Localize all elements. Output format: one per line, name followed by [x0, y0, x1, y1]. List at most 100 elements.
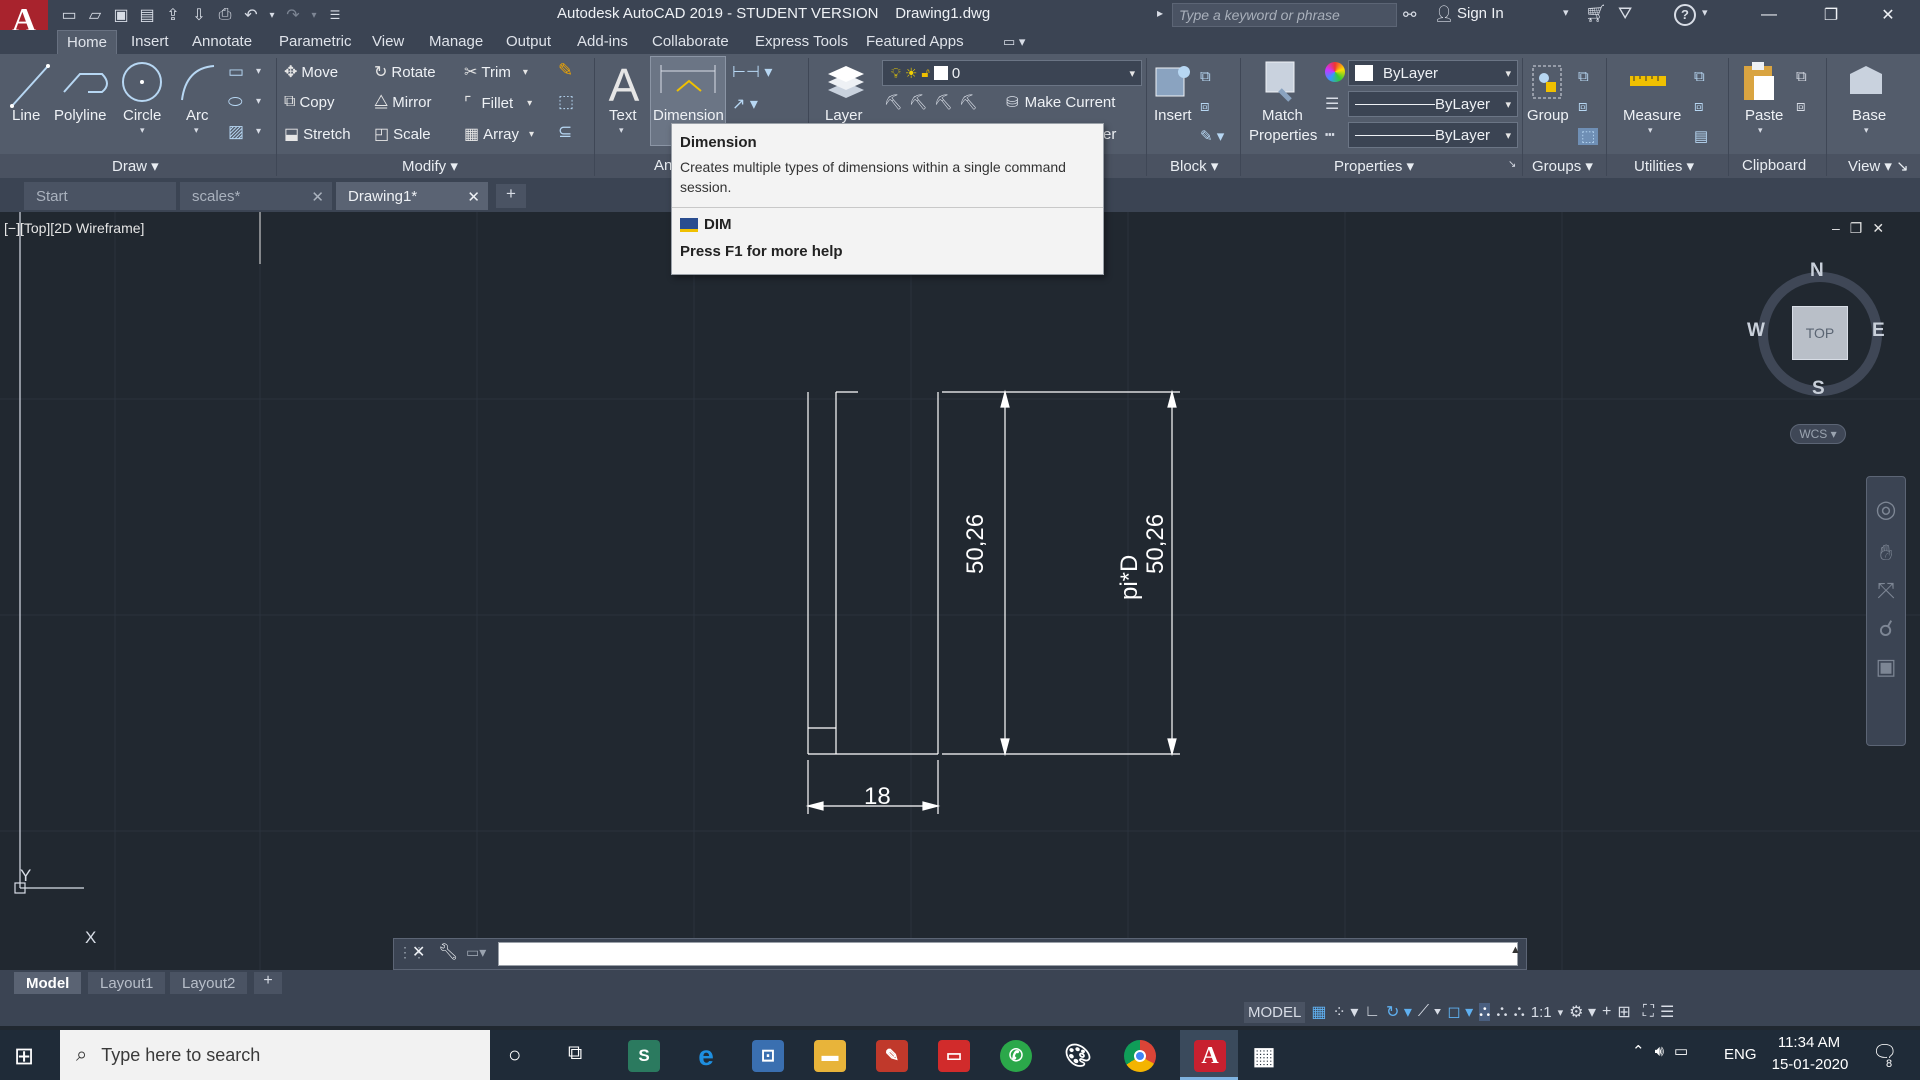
binoculars-icon[interactable]: ⚯	[1403, 5, 1416, 25]
sign-in-button[interactable]: Sign In	[1457, 5, 1504, 22]
taskbar-reader-icon[interactable]: ▭	[938, 1040, 970, 1072]
move-button[interactable]: ✥ Move	[284, 62, 338, 82]
taskbar-paint-icon[interactable]: 🎨︎	[1062, 1040, 1094, 1072]
plot-icon[interactable]: ⎙	[214, 4, 236, 26]
save-as-icon[interactable]: ▤	[136, 4, 158, 26]
clipboard-panel-label[interactable]: Clipboard	[1742, 157, 1806, 174]
group-button[interactable]	[1530, 60, 1566, 104]
taskbar-explorer-icon[interactable]: ▬	[814, 1040, 846, 1072]
tab-view[interactable]: View	[363, 30, 413, 54]
copy-button[interactable]: ⧉ Copy	[284, 93, 334, 111]
rectangle-icon[interactable]: ▭	[228, 62, 244, 82]
units-icon[interactable]: ⊞	[1617, 1002, 1630, 1022]
tab-collaborate[interactable]: Collaborate	[643, 30, 738, 54]
new-file-icon[interactable]: ▭	[58, 4, 80, 26]
text-dropdown-icon[interactable]: ▾	[619, 125, 624, 136]
layer-dropdown[interactable]: 💡︎ ☀ 🔓︎ 0 ▾	[882, 60, 1142, 86]
new-tab-button[interactable]: +	[496, 184, 526, 208]
workspace-gear-icon[interactable]: ⚙ ▾	[1569, 1002, 1596, 1022]
annotation-scale-icon[interactable]: ⛬	[1514, 1003, 1525, 1021]
minimize-button[interactable]: —	[1743, 0, 1795, 30]
linetype-dropdown[interactable]: ByLayer ▾	[1348, 122, 1518, 148]
taskbar-calculator-icon[interactable]: ▦	[1248, 1040, 1280, 1072]
steering-wheel-icon[interactable]: ◎	[1867, 495, 1905, 524]
taskbar-app-red-icon[interactable]: ✎	[876, 1040, 908, 1072]
rotate-button[interactable]: ↻ Rotate	[374, 62, 436, 82]
text-tool-button[interactable]: A	[604, 58, 644, 111]
a360-icon[interactable]: ⛛	[1618, 4, 1632, 24]
snap-toggle-icon[interactable]: ⁘ ▾	[1332, 1002, 1358, 1022]
save-web-icon[interactable]: ⇩	[188, 4, 210, 26]
polar-toggle-icon[interactable]: ↻ ▾	[1386, 1002, 1412, 1022]
undo-dropdown-icon[interactable]: ▾	[266, 4, 278, 26]
viewcube-top-face[interactable]: TOP	[1792, 306, 1848, 360]
ellipse-dropdown-icon[interactable]: ▾	[256, 96, 261, 107]
circle-dropdown-icon[interactable]: ▾	[140, 125, 145, 136]
utility-tools-icons[interactable]: ⧉ ⧈ ▤	[1694, 62, 1708, 152]
language-indicator[interactable]: ENG	[1724, 1046, 1757, 1063]
erase-icon[interactable]: ✎	[558, 60, 573, 81]
properties-panel-label[interactable]: Properties ▾	[1334, 157, 1414, 175]
taskbar-autocad-icon[interactable]: A	[1194, 1040, 1226, 1072]
ortho-toggle-icon[interactable]: ∟	[1364, 1003, 1380, 1021]
tab-add-ins[interactable]: Add-ins	[568, 30, 637, 54]
tab-express-tools[interactable]: Express Tools	[746, 30, 857, 54]
user-icon[interactable]: 👤︎	[1434, 4, 1454, 24]
arc-dropdown-icon[interactable]: ▾	[194, 125, 199, 136]
cart-icon[interactable]: 🛒︎	[1585, 4, 1607, 24]
rectangle-dropdown-icon[interactable]: ▾	[256, 66, 261, 77]
viewport-controls-label[interactable]: [−][Top][2D Wireframe]	[4, 220, 144, 236]
base-dropdown-icon[interactable]: ▾	[1864, 125, 1869, 136]
tab-model[interactable]: Model	[14, 972, 82, 994]
fillet-dropdown-icon[interactable]: ▾	[527, 98, 532, 109]
close-tab-icon[interactable]: ✕	[467, 188, 480, 206]
paste-dropdown-icon[interactable]: ▾	[1758, 125, 1763, 136]
ribbon-toggle-icon[interactable]: ▭ ▾	[1003, 34, 1025, 50]
customization-menu-icon[interactable]: ☰	[1660, 1002, 1674, 1022]
command-input[interactable]	[498, 942, 1518, 966]
stretch-button[interactable]: ⬓ Stretch	[284, 124, 351, 144]
color-wheel-icon[interactable]	[1325, 62, 1345, 82]
notifications-icon[interactable]: 🗨︎	[1872, 1040, 1897, 1065]
annotation-monitor-icon[interactable]: +	[1602, 1003, 1611, 1021]
search-expand-icon[interactable]: ▸	[1157, 6, 1163, 20]
doc-tab-scales[interactable]: scales* ✕	[180, 182, 332, 210]
clock-date[interactable]: 15-01-2020	[1770, 1056, 1850, 1073]
clock-time[interactable]: 11:34 AM	[1776, 1034, 1842, 1051]
command-history-icon[interactable]: ▲	[1510, 944, 1521, 956]
offset-icon[interactable]: ⊆	[558, 122, 572, 142]
customize-toolbar-icon[interactable]: ☰	[324, 4, 346, 26]
viewcube-north[interactable]: N	[1810, 260, 1824, 282]
doc-tab-drawing1[interactable]: Drawing1* ✕	[336, 182, 488, 210]
command-close-icon[interactable]: ✕	[412, 942, 425, 962]
properties-launcher-icon[interactable]: ↘	[1508, 159, 1516, 170]
redo-icon[interactable]: ↷	[282, 4, 304, 26]
taskbar-chrome-icon[interactable]	[1124, 1040, 1156, 1072]
new-layout-button[interactable]: +	[254, 972, 282, 994]
modify-panel-label[interactable]: Modify ▾	[402, 157, 458, 175]
showmotion-icon[interactable]: ▣	[1867, 654, 1905, 680]
annotation-scale-value[interactable]: 1:1	[1531, 1004, 1552, 1021]
task-view-icon[interactable]: ⧉	[568, 1042, 582, 1065]
viewport-window-controls[interactable]: –❐✕	[1832, 220, 1894, 237]
open-folder-icon[interactable]: ▱	[84, 4, 106, 26]
help-dropdown-icon[interactable]: ▾	[1702, 6, 1708, 19]
redo-dropdown-icon[interactable]: ▾	[308, 4, 320, 26]
layer-properties-button[interactable]	[822, 60, 868, 106]
wcs-menu-button[interactable]: WCS ▾	[1790, 424, 1846, 444]
group-tools-icons[interactable]: ⧉ ⧈ ⬚	[1578, 62, 1599, 152]
isodraft-icon[interactable]: ⟋ ▾	[1418, 1003, 1441, 1021]
array-button[interactable]: ▦ Array ▾	[464, 124, 534, 144]
linear-dim-icon[interactable]: ⊢⊣ ▾	[732, 62, 772, 82]
array-dropdown-icon[interactable]: ▾	[529, 129, 534, 140]
tab-manage[interactable]: Manage	[420, 30, 492, 54]
open-web-icon[interactable]: ⇪	[162, 4, 184, 26]
hatch-dropdown-icon[interactable]: ▾	[256, 126, 261, 137]
ellipse-icon[interactable]: ⬭	[228, 92, 243, 112]
close-tab-icon[interactable]: ✕	[311, 188, 324, 206]
explode-icon[interactable]: ⬚	[558, 92, 574, 112]
save-icon[interactable]: ▣	[110, 4, 132, 26]
tab-parametric[interactable]: Parametric	[270, 30, 361, 54]
windows-search-box[interactable]: ⌕ Type here to search	[60, 1030, 490, 1080]
taskbar-edge-icon[interactable]: e	[690, 1040, 722, 1072]
